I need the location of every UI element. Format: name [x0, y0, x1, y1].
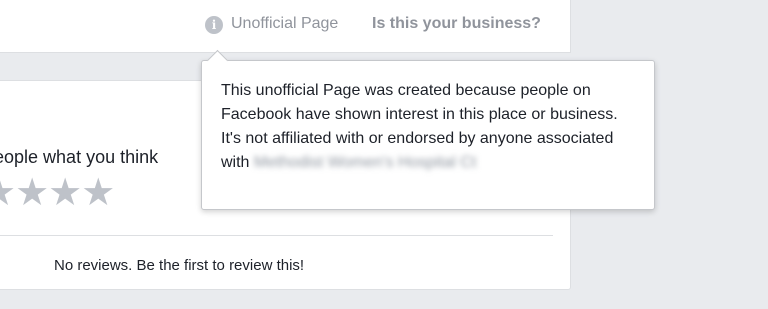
tooltip-text: This unofficial Page was created because… — [221, 79, 641, 175]
unofficial-page-label[interactable]: Unofficial Page — [231, 15, 338, 33]
review-prompt: eople what you think — [0, 147, 159, 167]
no-reviews-message: No reviews. Be the first to review this! — [54, 257, 305, 274]
info-icon[interactable]: i — [205, 16, 223, 34]
page-header-card: i Unofficial Page Is this your business? — [0, 0, 571, 53]
divider — [0, 235, 553, 236]
claim-business-link[interactable]: Is this your business? — [372, 15, 541, 33]
unofficial-page-tooltip: This unofficial Page was created because… — [201, 49, 655, 210]
star-rating-input[interactable]: ★★★★ — [0, 173, 115, 213]
tooltip-arrow — [206, 49, 229, 72]
blurred-business-name: Methodist Women's Hospital Ct — [253, 154, 477, 171]
